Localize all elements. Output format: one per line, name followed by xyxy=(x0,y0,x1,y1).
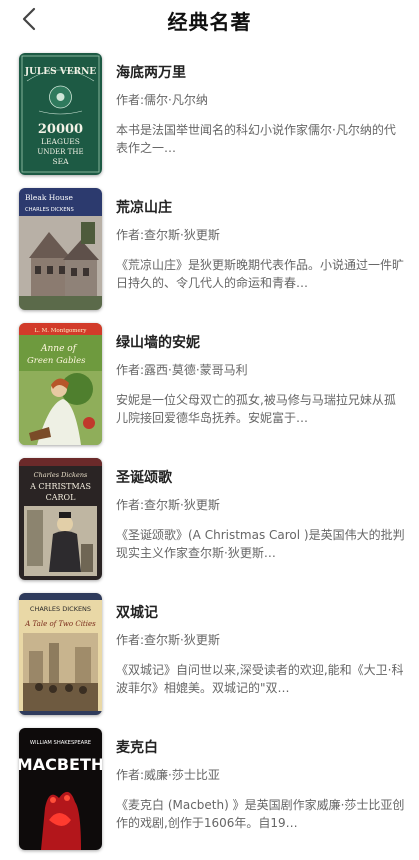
book-title: 双城记 xyxy=(116,605,158,621)
cover-title: MACBETH xyxy=(19,755,102,774)
nav-bar: 经典名著 xyxy=(0,0,419,40)
book-cover: Charles Dickens A CHRISTMAS CAROL xyxy=(19,458,102,580)
cover-title-1: 20000 xyxy=(38,122,83,137)
book-cover: Bleak House CHARLES DICKENS xyxy=(19,188,102,310)
book-cover: CHARLES DICKENS A Tale of Two Cities xyxy=(19,593,102,715)
book-cover: WILLIAM SHAKESPEARE MACBETH xyxy=(19,728,102,850)
cover-author: Charles Dickens xyxy=(34,471,88,479)
book-author: 作者:查尔斯·狄更斯 xyxy=(116,228,220,242)
book-item[interactable]: Bleak House CHARLES DICKENS 荒凉山庄 作者:查尔斯·… xyxy=(0,185,419,320)
book-author: 作者:威廉·莎士比亚 xyxy=(116,768,220,782)
book-cover: L. M. Montgomery Anne of Green Gables xyxy=(19,323,102,445)
book-title: 绿山墙的安妮 xyxy=(116,335,200,351)
book-item[interactable]: CHARLES DICKENS A Tale of Two Cities 双城记… xyxy=(0,590,419,725)
page-title: 经典名著 xyxy=(167,10,252,34)
cover-author: WILLIAM SHAKESPEARE xyxy=(30,740,91,746)
book-author: 作者:儒尔·凡尔纳 xyxy=(116,93,208,107)
book-list: JULES VERNE 20000 LEAGUES UNDER THE SEA … xyxy=(0,50,419,860)
cover-author: CHARLES DICKENS xyxy=(30,605,91,613)
cover-author: JULES VERNE xyxy=(24,67,96,77)
book-description: 安妮是一位父母双亡的孤女,被马修与马瑞拉兄妹从孤儿院接回爱德华岛抚养。安妮富于… xyxy=(116,393,396,425)
book-description: 《圣诞颂歌》(A Christmas Carol )是英国伟大的批判现实主义作家… xyxy=(116,528,405,560)
cover-title-3: UNDER THE xyxy=(37,148,83,156)
book-title: 麦克白 xyxy=(116,740,158,756)
book-description: 《麦克白 (Macbeth) 》是英国剧作家威廉·莎士比亚创作的戏剧,创作于16… xyxy=(116,798,405,830)
cover-title-2: Green Gables xyxy=(27,356,86,366)
book-cover: JULES VERNE 20000 LEAGUES UNDER THE SEA xyxy=(19,53,102,175)
book-description: 《荒凉山庄》是狄更斯晚期代表作品。小说通过一件旷日持久的、令几代人的命运和青春… xyxy=(116,258,405,290)
cover-title-1: Anne of xyxy=(40,344,78,354)
cover-title-2: CAROL xyxy=(46,493,76,502)
book-title: 圣诞颂歌 xyxy=(116,470,172,486)
book-title: 海底两万里 xyxy=(116,65,186,81)
book-item[interactable]: L. M. Montgomery Anne of Green Gables 绿山… xyxy=(0,320,419,455)
cover-title: Bleak House xyxy=(25,193,73,202)
book-description: 《双城记》自问世以来,深受读者的欢迎,能和《大卫·科波菲尔》相媲美。双城记的"双… xyxy=(116,663,404,695)
cover-author: L. M. Montgomery xyxy=(34,328,87,334)
book-author: 作者:露西·莫德·蒙哥马利 xyxy=(116,363,248,377)
cover-title-2: LEAGUES xyxy=(41,137,80,146)
cover-author: CHARLES DICKENS xyxy=(25,207,74,213)
book-description: 本书是法国举世闻名的科幻小说作家儒尔·凡尔纳的代表作之一… xyxy=(116,123,396,155)
cover-title-1: A CHRISTMAS xyxy=(29,482,91,491)
book-item[interactable]: Charles Dickens A CHRISTMAS CAROL 圣诞颂歌 作… xyxy=(0,455,419,590)
book-title: 荒凉山庄 xyxy=(116,200,172,216)
book-author: 作者:查尔斯·狄更斯 xyxy=(116,633,220,647)
book-item[interactable]: JULES VERNE 20000 LEAGUES UNDER THE SEA … xyxy=(0,50,419,185)
book-author: 作者:查尔斯·狄更斯 xyxy=(116,498,220,512)
cover-title-4: SEA xyxy=(52,157,69,166)
cover-title: A Tale of Two Cities xyxy=(24,620,96,628)
book-item[interactable]: WILLIAM SHAKESPEARE MACBETH 麦克白 作者:威廉·莎士… xyxy=(0,725,419,860)
